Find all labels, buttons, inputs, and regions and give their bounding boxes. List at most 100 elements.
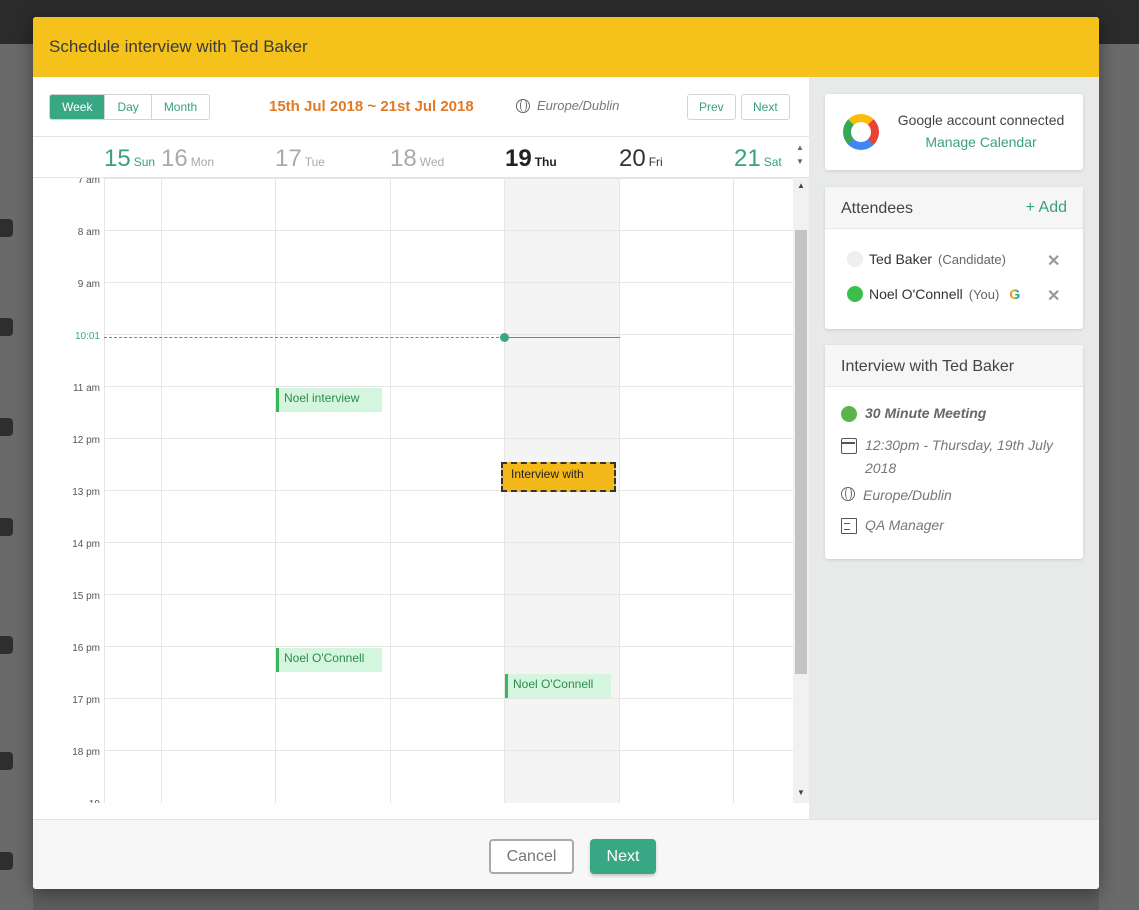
day-header-fri[interactable]: 20 Fri — [619, 145, 663, 173]
attendee-name: Ted Baker — [869, 251, 933, 267]
globe-icon — [516, 98, 530, 113]
scroll-down-arrow[interactable]: ▼ — [793, 788, 809, 797]
manage-calendar-link[interactable]: Manage Calendar — [891, 134, 1071, 150]
google-icon: G — [1009, 286, 1021, 302]
attendees-heading: Attendees — [841, 200, 914, 217]
meeting-time-line1: 12:30pm - Thursday, 19th July — [865, 437, 1054, 453]
day-line — [275, 178, 276, 803]
hour-line — [104, 438, 793, 439]
day-line — [733, 178, 734, 803]
attendees-card: Attendees + Add Ted Baker (Candidate) ✕ … — [825, 187, 1083, 329]
day-header-tue[interactable]: 17 Tue — [275, 145, 325, 173]
hour-label: 17 pm — [72, 695, 100, 706]
calendar-scrollbar[interactable]: ▲ ▼ — [793, 178, 809, 803]
meeting-type-dot-icon — [841, 406, 857, 422]
event-interview-selected[interactable]: Interview with — [501, 462, 616, 492]
calendar: Week Day Month 15th Jul 2018 ~ 21st Jul … — [33, 77, 809, 819]
view-day-button[interactable]: Day — [105, 95, 152, 119]
meeting-type-text: 30 Minute Meeting — [865, 405, 987, 421]
google-status: Google account connected — [897, 112, 1065, 128]
cancel-button[interactable]: Cancel — [489, 839, 574, 874]
hour-label: 15 pm — [72, 591, 100, 602]
meeting-time: 12:30pm - Thursday, 19th July 2018 — [841, 434, 1053, 480]
timezone-label: Europe/Dublin — [516, 98, 619, 113]
view-switcher: Week Day Month — [49, 94, 211, 120]
bg-pill — [0, 318, 13, 336]
attendee-role: (Candidate) — [938, 251, 1006, 267]
event-noel-oconnell[interactable]: Noel O'Connell — [276, 648, 382, 672]
bg-pill — [0, 852, 13, 870]
document-icon — [841, 518, 857, 534]
modal-header: Schedule interview with Ted Baker — [33, 17, 1099, 77]
day-header-mon[interactable]: 16 Mon — [161, 145, 214, 173]
day-line — [161, 178, 162, 803]
meeting-time-text: 12:30pm - Thursday, 19th July 2018 — [865, 434, 1053, 480]
hour-line — [104, 750, 793, 751]
day-header-sat[interactable]: 21 Sat — [734, 145, 782, 173]
hour-line — [104, 698, 793, 699]
day-line — [390, 178, 391, 803]
current-time-line-today — [504, 337, 620, 338]
day-header-thu[interactable]: 19 Thu — [505, 145, 557, 173]
time-grid[interactable]: 7 am 8 am 9 am 11 am 12 pm 13 pm 14 pm 1… — [33, 178, 793, 803]
side-panel: Google account connected Manage Calendar… — [809, 77, 1099, 819]
google-account-card: Google account connected Manage Calendar — [825, 94, 1083, 170]
attendee-role: (You) — [968, 286, 1000, 302]
bg-pill — [0, 418, 13, 436]
hour-label: 19 — [40, 799, 100, 803]
hour-label: 9 am — [77, 279, 100, 290]
event-noel-interview[interactable]: Noel interview — [276, 388, 382, 412]
hour-line — [104, 230, 793, 231]
meeting-job: QA Manager — [841, 517, 944, 534]
event-noel-oconnell[interactable]: Noel O'Connell — [505, 674, 611, 698]
day-header-wed[interactable]: 18 Wed — [390, 145, 444, 173]
details-heading: Interview with Ted Baker — [841, 358, 1015, 375]
hour-label: 8 am — [77, 227, 100, 238]
day-headers: 15 Sun 16 Mon 17 Tue 18 Wed 19 Thu 20 Fri 21 Sa… — [33, 137, 809, 178]
remove-attendee-icon[interactable]: ✕ — [1047, 251, 1060, 271]
hour-line — [104, 334, 793, 335]
hour-line — [104, 178, 793, 179]
hour-label: 18 pm — [72, 747, 100, 758]
bg-pill — [0, 636, 13, 654]
remove-attendee-icon[interactable]: ✕ — [1047, 286, 1060, 306]
hour-line — [104, 282, 793, 283]
view-week-button[interactable]: Week — [50, 95, 106, 119]
hour-line — [104, 646, 793, 647]
hour-label: 16 pm — [72, 643, 100, 654]
hour-line — [104, 594, 793, 595]
header-scroll-arrows[interactable]: ▲ ▼ — [795, 141, 805, 169]
hour-line — [104, 386, 793, 387]
modal-title: Schedule interview with Ted Baker — [49, 37, 308, 56]
meeting-timezone: Europe/Dublin — [841, 487, 952, 503]
current-time-line — [104, 337, 504, 338]
hour-label: 7 am — [77, 178, 100, 186]
calendar-toolbar: Week Day Month 15th Jul 2018 ~ 21st Jul … — [33, 77, 809, 137]
add-attendee-link[interactable]: + Add — [1026, 199, 1067, 217]
hour-line — [104, 542, 793, 543]
meeting-job-text: QA Manager — [865, 517, 944, 533]
globe-icon — [841, 487, 855, 501]
details-header: Interview with Ted Baker — [825, 345, 1083, 387]
interview-details-card: Interview with Ted Baker 30 Minute Meeti… — [825, 345, 1083, 559]
next-button[interactable]: Next — [590, 839, 656, 874]
status-dot — [847, 286, 863, 302]
scrollbar-thumb[interactable] — [795, 230, 807, 674]
view-month-button[interactable]: Month — [151, 95, 210, 119]
background-left — [0, 44, 33, 910]
hour-label: 11 am — [72, 383, 100, 394]
timezone-text: Europe/Dublin — [537, 98, 620, 113]
meeting-type: 30 Minute Meeting — [841, 405, 986, 422]
hour-line — [104, 490, 793, 491]
calendar-icon — [841, 438, 857, 454]
day-line — [619, 178, 620, 803]
next-week-button[interactable]: Next — [741, 94, 790, 120]
hour-label: 13 pm — [72, 487, 100, 498]
meeting-time-line2: 2018 — [865, 460, 897, 476]
bg-pill — [0, 518, 13, 536]
day-header-sun[interactable]: 15 Sun — [104, 145, 155, 173]
prev-week-button[interactable]: Prev — [687, 94, 736, 120]
meeting-timezone-text: Europe/Dublin — [863, 487, 952, 503]
day-line — [104, 178, 105, 803]
scroll-up-arrow[interactable]: ▲ — [793, 181, 809, 190]
